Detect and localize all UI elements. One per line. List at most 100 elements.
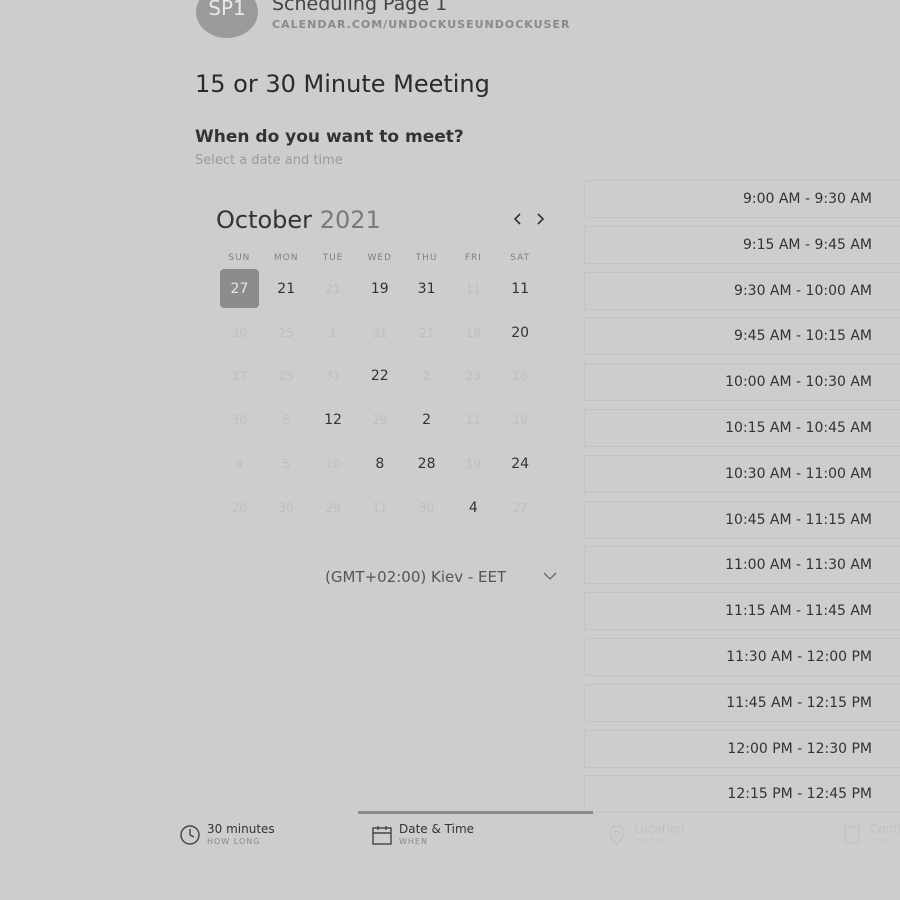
day-number: 19 [465,457,482,472]
day-number: 19 [370,280,389,297]
unavailable-day-cell: 11 [450,398,497,442]
unavailable-day-cell: 20 [216,486,263,530]
day-number: 23 [465,369,482,384]
time-slot-button[interactable]: 9:00 AM - 9:30 AM [584,180,900,218]
time-slot-button[interactable]: 10:15 AM - 10:45 AM [584,408,900,447]
step-subtitle: WHEN [399,837,428,846]
available-day-cell[interactable]: 2 [403,398,450,442]
day-number: 11 [465,413,482,428]
unavailable-day-cell: 11 [450,267,497,311]
day-number: 30 [231,413,248,428]
day-number: 31 [417,280,436,297]
unavailable-day-cell: 21 [310,267,357,311]
timezone-select[interactable]: (GMT+02:00) Kiev - EET [325,565,557,589]
available-day-cell[interactable]: 28 [403,442,450,486]
available-day-cell[interactable]: 11 [497,267,544,311]
unavailable-day-cell: 11 [356,486,403,530]
step-confirm[interactable]: Confi WHO [842,810,900,860]
day-number: 8 [375,456,385,473]
clock-icon [180,825,200,845]
available-day-cell[interactable]: 8 [356,442,403,486]
day-number: 25 [278,369,294,384]
selected-day-cell[interactable]: 27 [216,267,263,311]
month-year-label: October 2021 [216,206,381,234]
available-day-cell[interactable]: 31 [403,267,450,311]
time-slot-button[interactable]: 9:30 AM - 10:00 AM [584,271,900,310]
day-number: 21 [277,280,296,297]
page-url: CALENDAR.COM/UNDOCKUSEUNDOCKUSER [272,17,571,31]
calendar-day-grid: 27 21 21 19 31 11 11 30 25 1 31 21 18 20 17 25 31 22 2 23 16… [216,267,544,530]
time-slot-button[interactable]: 12:00 PM - 12:30 PM [584,729,900,768]
unavailable-day-cell: 4 [216,442,263,486]
unavailable-day-cell: 23 [450,355,497,399]
unavailable-day-cell: 31 [356,311,403,355]
available-day-cell[interactable]: 24 [497,442,544,486]
unavailable-day-cell: 21 [403,311,450,355]
available-day-cell[interactable]: 20 [497,311,544,355]
step-date-time[interactable]: Date & Time WHEN [371,810,474,860]
header-text: Scheduling Page 1 CALENDAR.COM/UNDOCKUSE… [272,0,570,31]
next-month-button[interactable] [530,206,550,232]
day-number: 27 [512,500,528,515]
weekday-label: WED [367,253,393,263]
step-duration[interactable]: 30 minutes HOW LONG [179,810,275,860]
unavailable-day-cell: 30 [216,311,263,355]
weekday-label: SUN [228,253,251,263]
day-number: 29 [372,413,388,428]
time-slot-button[interactable]: 10:00 AM - 10:30 AM [584,363,900,402]
meeting-title: 15 or 30 Minute Meeting [195,70,490,98]
day-number: 12 [324,412,342,429]
previous-month-button[interactable] [508,206,528,232]
time-slot-button[interactable]: 10:30 AM - 11:00 AM [584,454,900,493]
time-slot-button[interactable]: 11:45 AM - 12:15 PM [584,683,900,722]
step-location[interactable]: Location WHERE [606,810,685,860]
unavailable-day-cell: 2 [403,355,450,399]
chevron-down-icon [543,572,557,580]
day-number: 31 [372,325,388,340]
available-day-cell[interactable]: 12 [310,398,357,442]
chevron-right-icon [537,213,545,225]
step-subtitle: HOW LONG [207,837,261,846]
available-day-cell[interactable]: 21 [263,267,310,311]
avatar: SP1 [196,0,258,38]
time-slot-button[interactable]: 11:30 AM - 12:00 PM [584,637,900,676]
unavailable-day-cell: 1 [310,311,357,355]
chevron-left-icon [513,213,521,225]
day-number: 2 [422,412,432,429]
unavailable-day-cell: 29 [310,486,357,530]
day-number: 20 [511,324,530,341]
confirm-icon [844,826,860,844]
time-slot-button[interactable]: 9:45 AM - 10:15 AM [584,317,900,356]
unavailable-day-cell: 5 [263,442,310,486]
step-name: Location [634,822,685,836]
unavailable-day-cell: 19 [450,442,497,486]
time-slot-button[interactable]: 10:45 AM - 11:15 AM [584,500,900,539]
day-number: 18 [465,325,482,340]
day-number: 4 [235,457,244,472]
timezone-label: (GMT+02:00) Kiev - EET [325,568,507,586]
month-label: October [216,206,313,234]
unavailable-day-cell: 25 [263,311,310,355]
weekday-label: TUE [322,253,344,263]
available-day-cell[interactable]: 22 [356,355,403,399]
weekday-label: THU [415,253,438,263]
question-heading: When do you want to meet? [195,127,464,147]
day-number: 27 [219,269,259,309]
time-slot-button[interactable]: 12:15 PM - 12:45 PM [584,775,900,814]
day-number: 30 [278,500,294,515]
available-day-cell[interactable]: 4 [450,486,497,530]
weekday-label: FRI [464,253,482,263]
time-slot-button[interactable]: 11:00 AM - 11:30 AM [584,546,900,585]
day-number: 24 [511,456,530,473]
time-slot-list: 9:00 AM - 9:30 AM 9:15 AM - 9:45 AM 9:30 A… [584,180,900,821]
weekday-header: SUN MON TUE WED THU FRI SAT [216,253,544,263]
available-day-cell[interactable]: 19 [356,267,403,311]
day-number: 11 [465,281,482,296]
unavailable-day-cell: 31 [310,355,357,399]
time-slot-button[interactable]: 11:15 AM - 11:45 AM [584,592,900,631]
day-number: 4 [468,499,478,516]
time-slot-button[interactable]: 9:15 AM - 9:45 AM [584,225,900,264]
unavailable-day-cell: 29 [356,398,403,442]
day-number: 16 [512,369,528,384]
weekday-label: MON [273,253,299,263]
